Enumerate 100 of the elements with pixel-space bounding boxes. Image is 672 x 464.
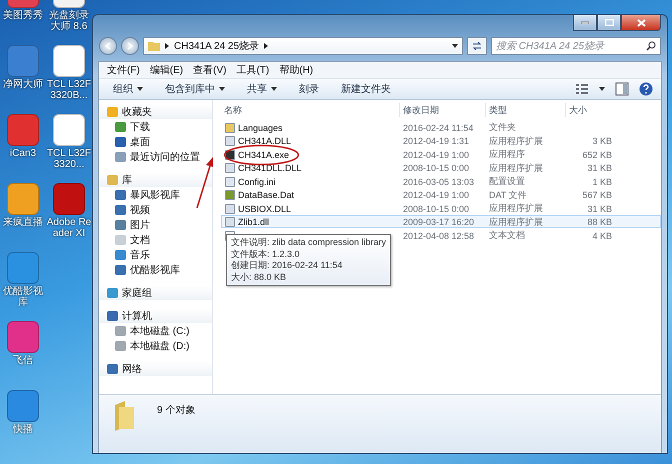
column-header[interactable]: 修改日期 (399, 103, 485, 117)
sidebar-item[interactable]: 家庭组 (99, 285, 212, 300)
dll-icon (225, 136, 235, 146)
refresh-icon (472, 42, 482, 50)
toolbar-button[interactable]: 组织 (107, 82, 149, 96)
minimize-button[interactable] (573, 15, 597, 31)
app-icon[interactable] (53, 183, 85, 215)
menu-item[interactable]: 编辑(E) (146, 63, 188, 77)
menu-item[interactable]: 文件(F) (103, 63, 144, 77)
sidebar-item[interactable]: 优酷影视库 (99, 262, 212, 277)
item-count: 9 个对象 (157, 404, 196, 417)
desktop-icon-label: 快播 (12, 424, 34, 435)
file-date: 2012-04-19 1:31 (402, 136, 470, 146)
file-size: 1 KB (591, 176, 613, 186)
column-header[interactable]: 类型 (485, 103, 565, 117)
desktop-icon (115, 136, 126, 146)
drive-icon (115, 340, 126, 350)
tooltip-line: 创建日期: 2016-02-24 11:54 (231, 260, 344, 272)
search-icon (646, 41, 656, 51)
sidebar-item[interactable]: 视频 (99, 202, 212, 217)
preview-pane-icon[interactable] (615, 82, 629, 96)
film-icon (115, 204, 126, 214)
toolbar-button[interactable]: 包含到库中 (159, 82, 231, 96)
chevron-icon (264, 43, 268, 49)
desktop-icon-label: 飞信 (12, 355, 34, 366)
file-type: DAT 文件 (488, 188, 528, 202)
file-size: 88 KB (586, 217, 613, 227)
desktop-icon-label: iCan3 (8, 148, 38, 159)
file-row-highlight[interactable]: Zlib1.dll 2009-03-17 16:20 应用程序扩展 88 KB (221, 214, 661, 228)
app-icon[interactable] (7, 321, 39, 353)
file-date: 2009-03-17 16:20 (402, 217, 476, 227)
file-type: 文件夹 (488, 121, 517, 134)
dat-icon (225, 190, 235, 200)
tooltip-line: 文件说明: zlib data compression library (231, 237, 386, 248)
file-date: 2016-02-24 11:54 (402, 122, 474, 132)
file-type: 应用程序扩展 (488, 162, 544, 174)
sidebar-item[interactable]: 暴风影视库 (99, 187, 212, 202)
film-icon (115, 190, 126, 200)
close-button[interactable] (621, 15, 661, 31)
file-name: Languages (238, 122, 283, 132)
column-header[interactable]: 大小 (565, 103, 615, 117)
tooltip-line: 大小: 88.0 KB (231, 272, 288, 283)
sidebar-item[interactable]: 计算机 (99, 308, 212, 323)
file-type: 配置设置 (488, 175, 526, 188)
menu-item[interactable]: 工具(T) (232, 63, 274, 77)
column-header[interactable]: 名称 (221, 103, 399, 117)
forward-button[interactable] (121, 37, 139, 55)
sidebar-item[interactable]: 库 (99, 172, 212, 187)
toolbar-button[interactable]: 新建文件夹 (335, 82, 397, 96)
menu-item[interactable]: 帮助(H) (275, 63, 318, 77)
homegroup-icon (107, 288, 118, 298)
dll-icon (225, 163, 235, 173)
file-name: CH341DLL.DLL (238, 163, 302, 173)
desktop-icon-label: 光盘刻录大师 8.6 (48, 10, 90, 32)
folder-icon (148, 41, 160, 51)
sidebar-item[interactable]: 下载 (99, 119, 212, 134)
computer-icon (107, 310, 118, 320)
sidebar-item[interactable]: 收藏夹 (99, 104, 212, 119)
caret-icon (599, 87, 605, 91)
folder-icon (225, 122, 235, 132)
file-name: CH341A.DLL (238, 136, 292, 146)
tooltip-line: 文件版本: 1.2.3.0 (231, 248, 301, 260)
file-size: 567 KB (581, 190, 613, 200)
sidebar-item[interactable]: 最近访问的位置 (99, 149, 212, 164)
menu-item[interactable]: 查看(V) (189, 63, 230, 77)
drive-icon (115, 326, 126, 336)
ini-icon (225, 176, 235, 186)
app-icon[interactable] (53, 114, 85, 146)
app-icon[interactable] (53, 45, 85, 77)
desktop-icon-label: TCL L32F3320B... (46, 79, 92, 101)
sidebar-item[interactable]: 本地磁盘 (D:) (99, 338, 212, 353)
file-date: 2012-04-19 1:00 (402, 150, 470, 160)
sidebar-item[interactable]: 本地磁盘 (C:) (99, 323, 212, 338)
network-icon (107, 364, 118, 374)
file-name: Config.ini (238, 176, 276, 186)
file-date: 2008-10-15 0:00 (402, 163, 470, 173)
file-date: 2008-10-15 0:00 (402, 204, 470, 214)
address-bar[interactable]: CH341A 24 25烧录 (143, 37, 463, 55)
file-name: Zlib1.dll (238, 217, 270, 227)
view-options-icon[interactable] (575, 82, 589, 96)
file-type: 应用程序 (488, 148, 526, 161)
minimize-icon (581, 21, 589, 24)
sidebar-item[interactable]: 网络 (99, 361, 212, 376)
search-field[interactable]: 搜索 CH341A 24 25烧录 (491, 37, 661, 55)
desktop-icon-label: Adobe Reader XI (46, 217, 92, 239)
toolbar-button[interactable]: 共享 (241, 82, 283, 96)
desktop-icon-label: TCL L32F3320... (46, 148, 92, 170)
maximize-button[interactable] (597, 15, 621, 31)
help-icon[interactable] (639, 82, 653, 96)
refresh-button[interactable] (467, 37, 487, 55)
desktop-icon-label: 来疯直播 (2, 217, 44, 228)
sidebar-item[interactable]: 桌面 (99, 134, 212, 149)
sidebar-item[interactable]: 文档 (99, 232, 212, 247)
sidebar-item[interactable]: 图片 (99, 217, 212, 232)
back-button[interactable] (99, 37, 117, 55)
address-path: CH341A 24 25烧录 (174, 40, 260, 53)
file-name: USBIOX.DLL (238, 204, 292, 214)
app-icon[interactable] (7, 390, 39, 422)
toolbar-button[interactable]: 刻录 (293, 82, 325, 96)
sidebar-item[interactable]: 音乐 (99, 247, 212, 262)
